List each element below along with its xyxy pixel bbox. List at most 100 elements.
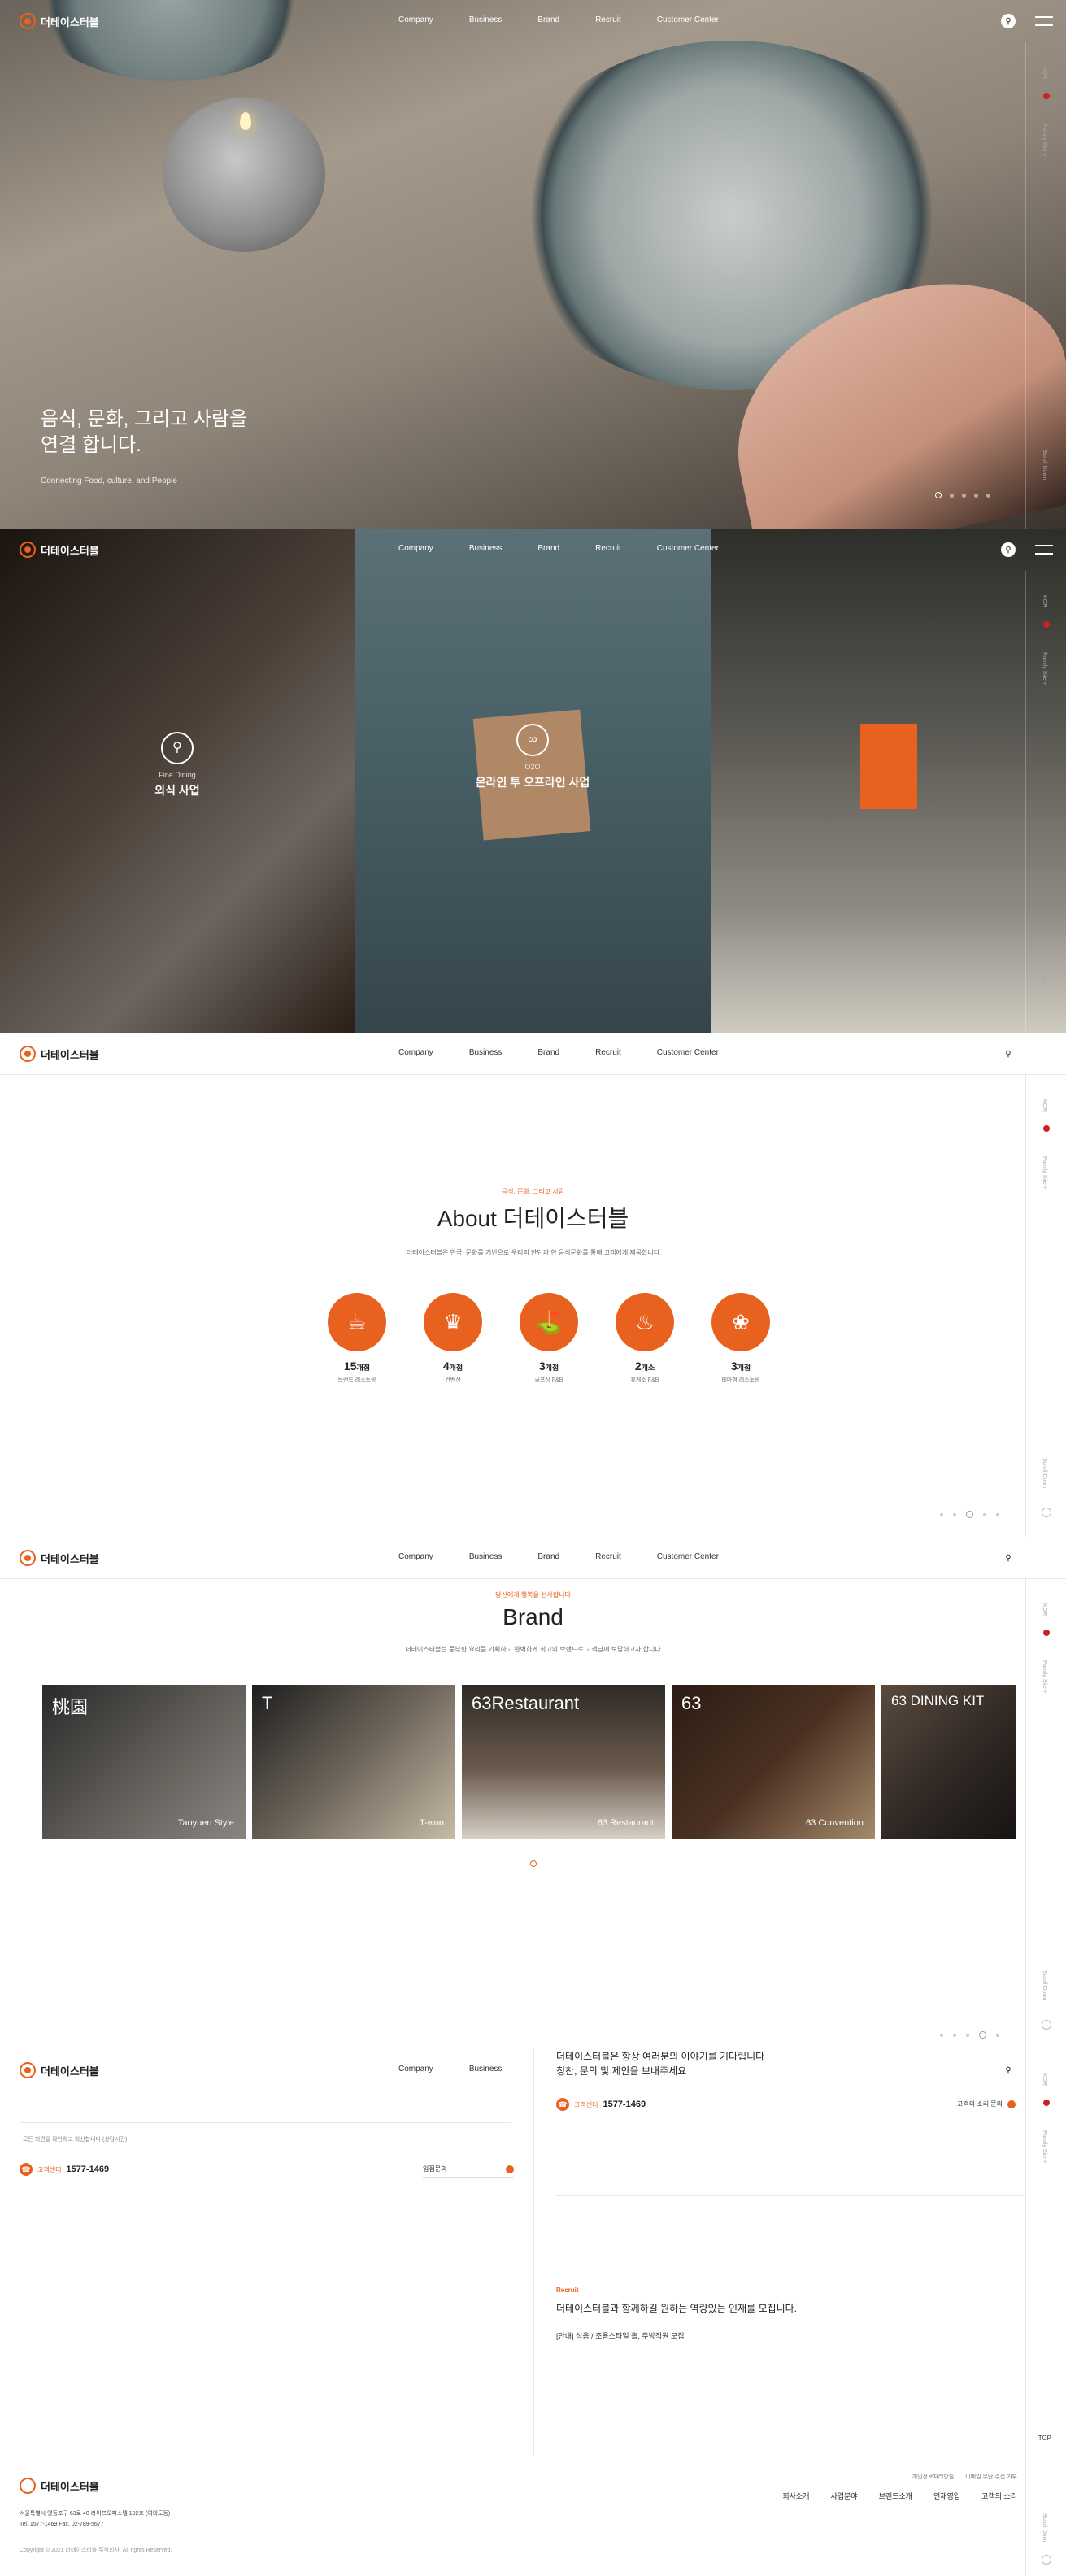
- search-icon[interactable]: ⚲: [1001, 1046, 1016, 1061]
- pagination-dot[interactable]: [953, 1512, 956, 1516]
- nav-customer-center[interactable]: Customer Center: [657, 1552, 719, 1561]
- stat-unit: 개점: [737, 1364, 751, 1372]
- family-site-link[interactable]: Family Site +: [1042, 652, 1047, 685]
- nav-business[interactable]: Business: [469, 1048, 503, 1057]
- footer-nav-company[interactable]: 회사소개: [782, 2491, 809, 2501]
- logo[interactable]: 더테이스터블: [20, 1550, 99, 1566]
- menu-icon[interactable]: [1035, 545, 1053, 555]
- nav-brand[interactable]: Brand: [537, 1552, 559, 1561]
- scroll-down-label: Scroll Down: [1042, 1969, 1047, 2000]
- email-policy-link[interactable]: 이메일 무단 수집 거부: [965, 2473, 1017, 2481]
- rest-area-icon: ♨: [616, 1293, 674, 1351]
- nav-brand[interactable]: Brand: [537, 544, 559, 553]
- nav-company[interactable]: Company: [398, 15, 433, 24]
- nav-business[interactable]: Business: [469, 15, 503, 24]
- brand-card[interactable]: 63 63 Convention: [672, 1685, 875, 1839]
- carousel-indicator[interactable]: [530, 1860, 537, 1867]
- logo-text: 더테이스터블: [41, 544, 99, 557]
- logo[interactable]: 더테이스터블: [20, 542, 99, 558]
- customer-voice-link[interactable]: 고객의 소리 문의: [957, 2100, 1016, 2108]
- pagination-dot[interactable]: [983, 1512, 986, 1516]
- footer-nav-brand[interactable]: 브랜드소개: [879, 2491, 912, 2501]
- stat-number: 3: [730, 1360, 737, 1373]
- main-nav: Company Business: [398, 2065, 537, 2073]
- pagination-dot[interactable]: [940, 2033, 943, 2037]
- language-selector[interactable]: KOR: [1042, 67, 1047, 79]
- nav-recruit[interactable]: Recruit: [595, 544, 621, 553]
- store-inquiry-button[interactable]: 입점문의: [423, 2161, 514, 2178]
- menu-icon[interactable]: [1035, 16, 1053, 26]
- nav-recruit[interactable]: Recruit: [595, 15, 621, 24]
- privacy-policy-link[interactable]: 개인정보처리방침: [912, 2473, 955, 2481]
- top-button[interactable]: TOP: [1038, 2435, 1051, 2442]
- logo-icon: [20, 13, 36, 29]
- language-selector[interactable]: KOR: [1042, 1099, 1047, 1112]
- logo[interactable]: 더테이스터블: [20, 1046, 99, 1062]
- pagination-dot[interactable]: [962, 494, 966, 498]
- nav-business[interactable]: Business: [469, 1552, 503, 1561]
- logo[interactable]: 더테이스터블: [20, 13, 99, 29]
- pagination-dot[interactable]: [986, 494, 990, 498]
- search-icon[interactable]: ⚲: [1001, 542, 1016, 557]
- scroll-indicator-icon[interactable]: [1042, 2020, 1051, 2030]
- hero-title-line2: 연결 합니다.: [41, 434, 141, 456]
- footer-logo[interactable]: 더테이스터블: [20, 2478, 99, 2494]
- scroll-indicator-icon[interactable]: [1042, 1508, 1051, 1517]
- nav-business[interactable]: Business: [469, 544, 503, 553]
- panel-venue[interactable]: [711, 529, 1066, 1033]
- family-site-link[interactable]: Family Site +: [1042, 2130, 1047, 2164]
- logo-icon: [20, 1046, 36, 1062]
- footer-nav-customer[interactable]: 고객의 소리: [981, 2491, 1017, 2501]
- scroll-indicator-icon[interactable]: [1042, 2555, 1051, 2565]
- language-selector[interactable]: KOR: [1042, 2073, 1047, 2086]
- site-header: 더테이스터블 Company Business Brand Recruit Cu…: [0, 1537, 1066, 1579]
- pagination-dot[interactable]: [996, 1512, 999, 1516]
- brand-card[interactable]: 桃園 Taoyuen Style: [42, 1685, 246, 1839]
- pagination-dot[interactable]: [966, 1511, 973, 1518]
- brand-card[interactable]: T T-won: [252, 1685, 455, 1839]
- stat-item: ⛳ 3개점 골프장 F&B: [501, 1293, 597, 1384]
- language-selector[interactable]: KOR: [1042, 595, 1047, 607]
- family-site-link[interactable]: Family Site +: [1042, 124, 1047, 157]
- nav-company[interactable]: Company: [398, 1552, 433, 1561]
- stat-label: 브랜드 레스토랑: [337, 1377, 376, 1383]
- brand-card[interactable]: 63Restaurant 63 Restaurant: [462, 1685, 665, 1839]
- logo-icon: [20, 2478, 36, 2494]
- nav-company[interactable]: Company: [398, 2065, 433, 2073]
- nav-brand[interactable]: Brand: [537, 1048, 559, 1057]
- pagination-dot[interactable]: [996, 2033, 999, 2037]
- search-icon[interactable]: ⚲: [1001, 1551, 1016, 1565]
- nav-customer-center[interactable]: Customer Center: [657, 1048, 719, 1057]
- search-icon[interactable]: ⚲: [1001, 14, 1016, 28]
- scroll-down-label: Scroll Down: [1042, 953, 1047, 984]
- nav-recruit[interactable]: Recruit: [595, 1048, 621, 1057]
- pagination-dot[interactable]: [966, 2033, 969, 2037]
- site-footer: 더테이스터블 서울특별시 영등포구 63로 40 라이프오피스텔 102호 (여…: [0, 2456, 1066, 2576]
- logo[interactable]: 더테이스터블: [20, 2062, 99, 2078]
- pagination-dot[interactable]: [950, 494, 954, 498]
- nav-business[interactable]: Business: [469, 2065, 503, 2073]
- recruit-job-link[interactable]: [안내] 식음 / 조용스타일 홀, 주방직원 모집: [556, 2330, 685, 2341]
- footer-nav-business[interactable]: 사업분야: [830, 2491, 857, 2501]
- pagination-dot[interactable]: [979, 2031, 986, 2039]
- search-icon[interactable]: ⚲: [1001, 2063, 1016, 2078]
- brand-card[interactable]: 63 DINING KIT: [881, 1685, 1016, 1839]
- pagination-dot[interactable]: [940, 1512, 943, 1516]
- panel-fine-dining[interactable]: ⚲ Fine Dining 외식 사업: [0, 529, 355, 1033]
- family-site-link[interactable]: Family Site +: [1042, 1660, 1047, 1694]
- nav-recruit[interactable]: Recruit: [595, 1552, 621, 1561]
- stat-item: ♛ 4개점 컨벤션: [405, 1293, 501, 1384]
- nav-company[interactable]: Company: [398, 544, 433, 553]
- nav-brand[interactable]: Brand: [537, 15, 559, 24]
- pagination-dot[interactable]: [935, 492, 942, 498]
- pagination-dot[interactable]: [974, 494, 978, 498]
- pagination-dot[interactable]: [953, 2033, 956, 2037]
- nav-customer-center[interactable]: Customer Center: [657, 15, 719, 24]
- panel-caption: ∞ O2O 온라인 투 오프라인 사업: [355, 724, 711, 790]
- panel-o2o[interactable]: ∞ O2O 온라인 투 오프라인 사업: [355, 529, 711, 1033]
- logo-text: 더테이스터블: [41, 15, 99, 28]
- nav-company[interactable]: Company: [398, 1048, 433, 1057]
- nav-customer-center[interactable]: Customer Center: [657, 544, 719, 553]
- footer-nav-recruit[interactable]: 인재영입: [933, 2491, 960, 2501]
- family-site-link[interactable]: Family Site +: [1042, 1156, 1047, 1190]
